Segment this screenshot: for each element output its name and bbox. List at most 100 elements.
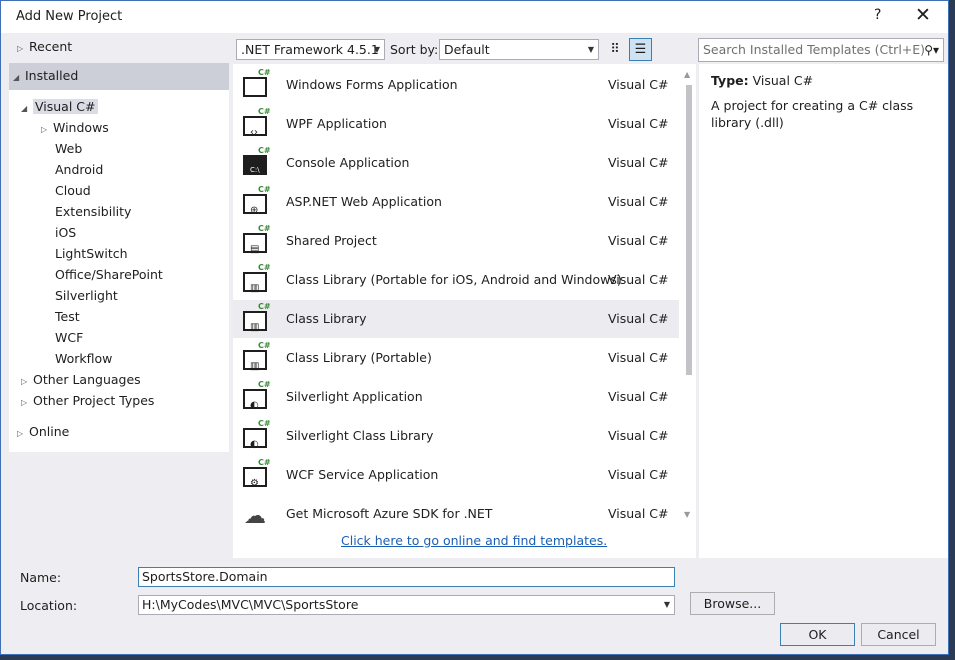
online-templates-link[interactable]: Click here to go online and find templat… (341, 533, 607, 548)
template-language: Visual C# (608, 77, 669, 92)
tree-item-web[interactable]: Web (55, 138, 82, 159)
expand-arrow-icon[interactable]: ▷ (17, 38, 29, 59)
project-name-input[interactable]: SportsStore.Domain (138, 567, 675, 587)
template-name: Shared Project (286, 233, 377, 248)
tree-item-wcf[interactable]: WCF (55, 327, 83, 348)
portable-library-icon: ▥ C# (241, 341, 271, 372)
location-input[interactable]: H:\MyCodes\MVC\MVC\SportsStore ▼ (138, 595, 675, 615)
silverlight-library-icon: ◐ C# (241, 419, 271, 450)
shared-project-icon: ▤ C# (241, 224, 271, 255)
window-frame-shape: ‹› (243, 116, 267, 138)
tree-item-online[interactable]: ▷ Online (17, 421, 69, 442)
scroll-down-icon[interactable]: ▼ (684, 510, 690, 519)
chevron-down-icon[interactable]: ▼ (664, 596, 670, 614)
vertical-scrollbar[interactable]: ▲ ▼ (683, 70, 695, 520)
icon-glyph: ‹› (250, 127, 258, 138)
icon-glyph: ▥ (250, 361, 260, 372)
tree-item-ios[interactable]: iOS (55, 222, 76, 243)
name-label: Name: (20, 570, 62, 585)
tree-item-lightswitch[interactable]: LightSwitch (55, 243, 128, 264)
template-row[interactable]: ◐ C# Silverlight Class Library Visual C# (233, 417, 679, 455)
template-name: Silverlight Application (286, 389, 423, 404)
window-frame-shape: ◐ (243, 389, 267, 411)
scrollbar-thumb[interactable] (686, 85, 692, 375)
tree-item-label: Recent (29, 39, 73, 54)
template-name: Windows Forms Application (286, 77, 458, 92)
window-frame-shape: ▥ (243, 272, 267, 294)
template-row[interactable]: ▤ C# Shared Project Visual C# (233, 222, 679, 260)
tree-item-label: Online (29, 424, 70, 439)
template-name: Console Application (286, 155, 410, 170)
template-row[interactable]: ☁ Get Microsoft Azure SDK for .NET Visual … (233, 495, 679, 533)
sort-by-label: Sort by: (390, 42, 439, 57)
framework-dropdown[interactable]: .NET Framework 4.5.1 ▼ (236, 39, 385, 60)
tree-item-extensibility[interactable]: Extensibility (55, 201, 131, 222)
expand-arrow-icon[interactable]: ▷ (41, 119, 53, 140)
template-language: Visual C# (608, 506, 669, 521)
sort-by-dropdown[interactable]: Default ▼ (439, 39, 599, 60)
csharp-badge-icon: C# (258, 146, 271, 155)
template-row[interactable]: ⚙ C# WCF Service Application Visual C# (233, 456, 679, 494)
icon-glyph: ☁ (244, 504, 266, 529)
icon-glyph: C:\ (250, 166, 260, 174)
template-row[interactable]: ▥ C# Class Library (Portable for iOS, Andr… (233, 261, 679, 299)
search-input[interactable]: Search Installed Templates (Ctrl+E) ⚲▾ (698, 38, 944, 62)
info-type-value: Visual C# (752, 73, 814, 88)
window-frame-shape: ▥ (243, 350, 267, 372)
tree-item-test[interactable]: Test (55, 306, 80, 327)
collapse-arrow-icon[interactable]: ◢ (13, 67, 25, 88)
tree-item-windows[interactable]: ▷ Windows (41, 117, 109, 138)
tree-item-visual-csharp[interactable]: ◢ Visual C# (21, 96, 98, 117)
expand-arrow-icon[interactable]: ▷ (21, 371, 33, 392)
info-type-label: Type: (711, 73, 749, 88)
tree-item-other-project-types[interactable]: ▷ Other Project Types (21, 390, 154, 411)
silverlight-icon: ◐ C# (241, 380, 271, 411)
template-row[interactable]: ◐ C# Silverlight Application Visual C# (233, 378, 679, 416)
search-icon[interactable]: ⚲▾ (924, 39, 939, 61)
tree-item-office-sharepoint[interactable]: Office/SharePoint (55, 264, 163, 285)
template-tree: ▷ Recent ◢ Installed ◢ Visual C# ▷ Windows W… (9, 35, 229, 555)
ok-button[interactable]: OK (780, 623, 855, 646)
template-row[interactable]: ‹› C# WPF Application Visual C# (233, 105, 679, 143)
tree-item-label: Windows (53, 120, 109, 135)
expand-arrow-icon[interactable]: ▷ (21, 392, 33, 413)
window-frame-shape: ⚙ (243, 467, 267, 489)
icon-glyph: ⚙ (250, 478, 259, 489)
help-button[interactable]: ? (874, 7, 881, 23)
collapse-arrow-icon[interactable]: ◢ (21, 98, 33, 119)
icon-glyph: ◐ (250, 400, 259, 411)
tree-item-installed[interactable]: ◢ Installed (13, 65, 78, 86)
csharp-badge-icon: C# (258, 224, 271, 233)
tree-item-label: Visual C# (33, 99, 98, 114)
template-row[interactable]: ⊕ C# ASP.NET Web Application Visual C# (233, 183, 679, 221)
tree-item-cloud[interactable]: Cloud (55, 180, 91, 201)
template-name: ASP.NET Web Application (286, 194, 442, 209)
expand-arrow-icon[interactable]: ▷ (17, 423, 29, 444)
tree-item-recent[interactable]: ▷ Recent (17, 36, 72, 57)
template-language: Visual C# (608, 155, 669, 170)
scroll-up-icon[interactable]: ▲ (684, 70, 690, 79)
wpf-icon: ‹› C# (241, 107, 271, 138)
list-view-icon[interactable]: ☰ (629, 38, 652, 61)
close-button[interactable]: ✕ (915, 4, 931, 26)
cloud-icon: ☁ (241, 501, 269, 529)
template-language: Visual C# (608, 350, 669, 365)
tree-item-workflow[interactable]: Workflow (55, 348, 112, 369)
icon-glyph: ◐ (250, 439, 259, 450)
dialog-title: Add New Project (16, 9, 123, 24)
template-language: Visual C# (608, 272, 669, 287)
template-row[interactable]: C:\ C# Console Application Visual C# (233, 144, 679, 182)
cancel-button[interactable]: Cancel (861, 623, 936, 646)
template-row[interactable]: ▥ C# Class Library Visual C# (233, 300, 679, 338)
browse-button[interactable]: Browse... (690, 592, 775, 615)
tree-item-android[interactable]: Android (55, 159, 103, 180)
csharp-badge-icon: C# (258, 263, 271, 272)
csharp-badge-icon: C# (258, 419, 271, 428)
template-row[interactable]: ▥ C# Class Library (Portable) Visual C# (233, 339, 679, 377)
tree-item-silverlight[interactable]: Silverlight (55, 285, 118, 306)
csharp-badge-icon: C# (258, 380, 271, 389)
template-row[interactable]: C# Windows Forms Application Visual C# (233, 66, 679, 104)
console-icon: C:\ C# (241, 146, 271, 176)
grid-view-icon[interactable]: ⠿ (605, 39, 625, 60)
tree-item-other-languages[interactable]: ▷ Other Languages (21, 369, 141, 390)
